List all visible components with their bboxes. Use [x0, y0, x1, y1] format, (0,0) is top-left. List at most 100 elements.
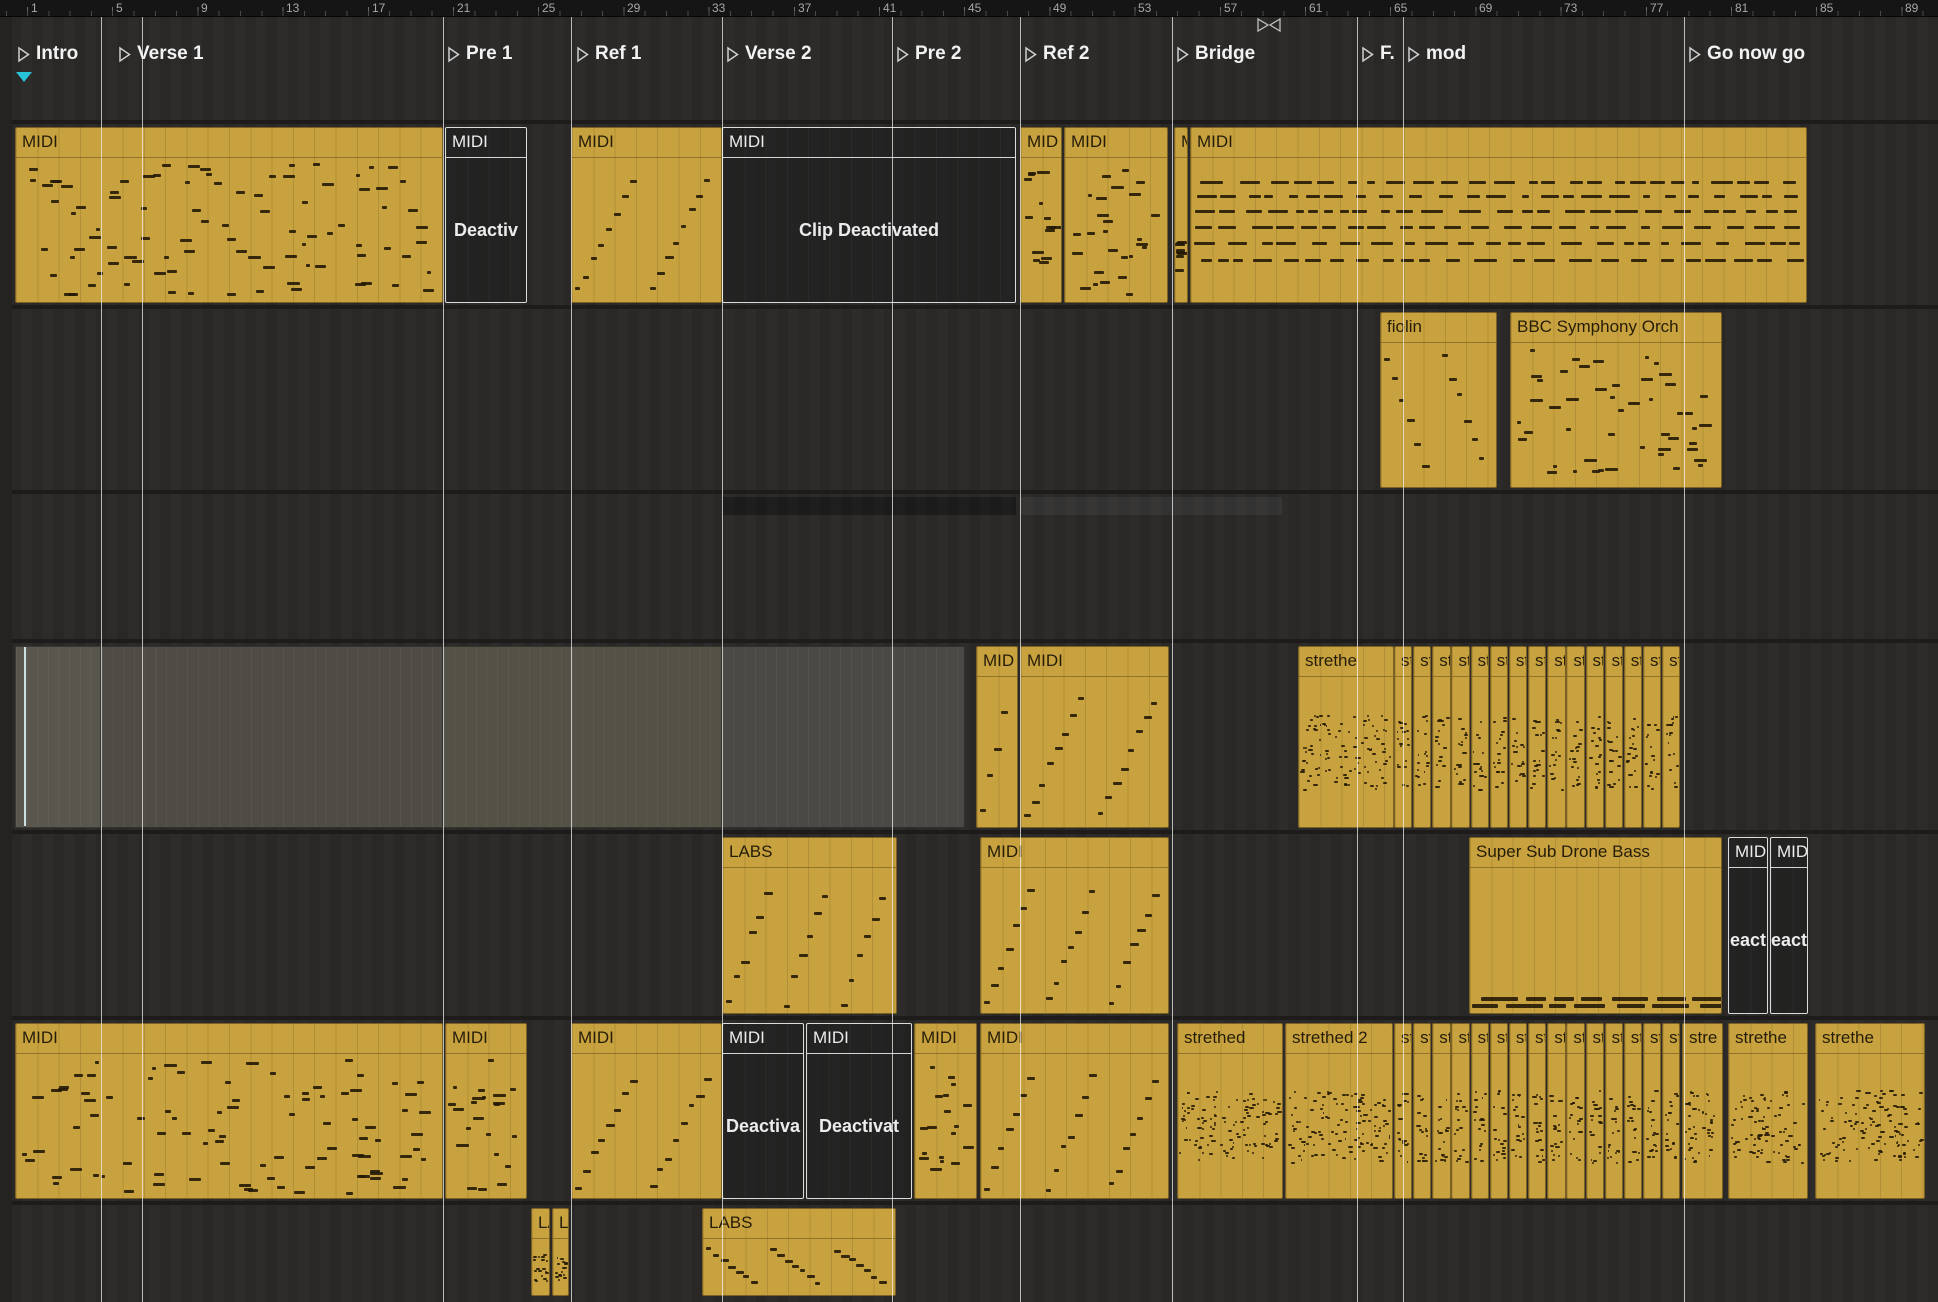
midi-clip[interactable]: LA	[552, 1208, 569, 1296]
clip-title: st	[1606, 1024, 1622, 1054]
arrangement-marker-verse-2[interactable]: Verse 2	[725, 43, 812, 65]
midi-clip[interactable]: st	[1509, 1023, 1527, 1199]
clip-deactivated-text: Deactivat	[807, 1054, 911, 1198]
midi-clip[interactable]: MIDI	[1190, 127, 1807, 303]
midi-clip[interactable]: MID	[1020, 127, 1062, 303]
midi-clip[interactable]: strethed	[1177, 1023, 1283, 1199]
ruler-bar-number: 41	[883, 1, 896, 15]
midi-clip[interactable]: st	[1624, 1023, 1642, 1199]
midi-clip[interactable]: st	[1509, 646, 1527, 828]
deactivated-clip[interactable]: MIDIClip Deactivated	[722, 127, 1016, 303]
midi-clip[interactable]: st	[1413, 646, 1431, 828]
midi-clip[interactable]: st	[1490, 646, 1508, 828]
midi-clip[interactable]: st	[1605, 1023, 1623, 1199]
midi-clip[interactable]: st	[1471, 646, 1489, 828]
ruler-bar-number: 85	[1820, 1, 1833, 15]
frozen-clip[interactable]	[101, 646, 443, 828]
midi-clip[interactable]: strethe	[1728, 1023, 1808, 1199]
midi-clip[interactable]: st	[1586, 1023, 1604, 1199]
arrangement-marker-intro[interactable]: Intro	[16, 43, 78, 65]
frozen-clip[interactable]	[15, 646, 101, 828]
midi-clip[interactable]: st	[1490, 1023, 1508, 1199]
arrangement-marker-f-[interactable]: F.	[1360, 43, 1395, 65]
arrangement-marker-bridge[interactable]: Bridge	[1175, 43, 1255, 65]
clip-notes	[1021, 158, 1061, 302]
midi-clip[interactable]: strethed 2	[1285, 1023, 1393, 1199]
clip-title: LA	[553, 1209, 568, 1239]
midi-clip[interactable]: st	[1643, 646, 1661, 828]
midi-clip[interactable]: st	[1643, 1023, 1661, 1199]
deactivated-clip[interactable]: MIDeact	[1728, 837, 1768, 1014]
midi-clip[interactable]: M	[1174, 127, 1188, 303]
midi-clip[interactable]: st	[1662, 646, 1680, 828]
midi-clip[interactable]: LA	[531, 1208, 550, 1296]
timeline-ruler[interactable]: 1591317212529333741454953576165697377818…	[0, 0, 1938, 17]
midi-clip[interactable]: st	[1662, 1023, 1680, 1199]
arrangement-marker-pre-2[interactable]: Pre 2	[895, 43, 961, 65]
arrangement-marker-ref-1[interactable]: Ref 1	[575, 43, 641, 65]
midi-clip[interactable]: st	[1605, 646, 1623, 828]
arrangement-marker-verse-1[interactable]: Verse 1	[117, 43, 204, 65]
midi-clip[interactable]: st	[1413, 1023, 1431, 1199]
midi-clip[interactable]: MID	[976, 646, 1018, 828]
clip-notes	[1065, 158, 1167, 302]
midi-clip[interactable]: st	[1624, 646, 1642, 828]
midi-clip[interactable]: MIDI	[980, 837, 1169, 1014]
midi-clip[interactable]: strethe	[1298, 646, 1394, 828]
arrangement-marker-go-now-go[interactable]: Go now go	[1687, 43, 1805, 65]
clip-title: MIDI	[915, 1024, 976, 1054]
track-separator	[0, 830, 1938, 834]
marker-flag-icon	[725, 46, 740, 63]
midi-clip[interactable]: MIDI	[15, 127, 443, 303]
midi-clip[interactable]: LABS	[702, 1208, 896, 1296]
clip-title: strethe	[1299, 647, 1393, 677]
marker-label: Pre 1	[466, 43, 512, 65]
track-lane-3[interactable]	[0, 494, 1938, 643]
frozen-clip[interactable]	[722, 646, 965, 828]
midi-clip[interactable]: st	[1432, 646, 1450, 828]
midi-clip[interactable]: st	[1471, 1023, 1489, 1199]
midi-clip[interactable]: MIDI	[980, 1023, 1169, 1199]
midi-clip[interactable]: BBC Symphony Orch	[1510, 312, 1722, 488]
midi-clip[interactable]: st	[1451, 1023, 1469, 1199]
midi-clip[interactable]: st	[1566, 646, 1584, 828]
clip-title: st	[1587, 647, 1603, 677]
marker-label: Go now go	[1707, 43, 1805, 65]
midi-clip[interactable]: MIDI	[15, 1023, 443, 1199]
midi-clip[interactable]: st	[1528, 1023, 1546, 1199]
loop-region-icon[interactable]	[1256, 18, 1282, 37]
deactivated-clip[interactable]: MIDIDeactiva	[722, 1023, 804, 1199]
deactivated-clip[interactable]: MIDeact	[1770, 837, 1808, 1014]
locator-row[interactable]: Intro Verse 1 Pre 1 Ref 1 Verse 2 Pre 2 Ref 2 B…	[0, 17, 1938, 93]
arrangement-marker-ref-2[interactable]: Ref 2	[1023, 43, 1089, 65]
track-lane-7[interactable]	[0, 1205, 1938, 1302]
deactivated-clip[interactable]: MIDIDeactiv	[445, 127, 527, 303]
midi-clip[interactable]: st	[1432, 1023, 1450, 1199]
arrangement-marker-pre-1[interactable]: Pre 1	[446, 43, 512, 65]
midi-clip[interactable]: st	[1451, 646, 1469, 828]
midi-clip[interactable]: strethe	[1815, 1023, 1925, 1199]
midi-clip[interactable]: MIDI	[1064, 127, 1168, 303]
midi-clip[interactable]: st	[1547, 1023, 1565, 1199]
frozen-clip[interactable]	[443, 646, 722, 828]
deactivated-clip[interactable]: MIDIDeactivat	[806, 1023, 912, 1199]
clip-deactivated-text: Clip Deactivated	[723, 158, 1015, 302]
midi-clip[interactable]: fiolin	[1380, 312, 1497, 488]
midi-clip[interactable]: st	[1528, 646, 1546, 828]
midi-clip[interactable]: stre	[1682, 1023, 1723, 1199]
midi-clip[interactable]: MIDI	[571, 1023, 722, 1199]
song-start-marker[interactable]	[16, 72, 32, 82]
clip-notes	[1567, 1054, 1583, 1198]
midi-clip[interactable]: st	[1566, 1023, 1584, 1199]
midi-clip[interactable]: st	[1547, 646, 1565, 828]
midi-clip[interactable]: MIDI	[571, 127, 722, 303]
midi-clip[interactable]: st	[1586, 646, 1604, 828]
midi-clip[interactable]: LABS	[722, 837, 897, 1014]
clip-notes	[1381, 343, 1496, 487]
arrangement-marker-mod[interactable]: mod	[1406, 43, 1466, 65]
midi-clip[interactable]: MIDI	[914, 1023, 977, 1199]
section-guide-line	[1020, 17, 1021, 1302]
clip-title: strethed	[1178, 1024, 1282, 1054]
midi-clip[interactable]: MIDI	[1020, 646, 1169, 828]
midi-clip[interactable]: MIDI	[445, 1023, 527, 1199]
